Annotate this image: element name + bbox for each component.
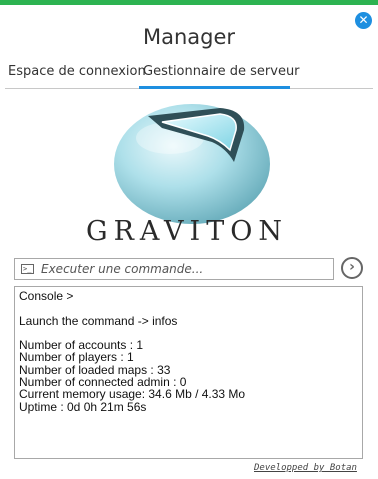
- console-output[interactable]: Console > Launch the command -> infos Nu…: [14, 286, 363, 459]
- chevron-right-circle-icon: ›: [349, 259, 355, 275]
- top-accent-bar: [0, 0, 378, 5]
- console-line: Number of players : 1: [19, 350, 134, 365]
- console-line: Uptime : 0d 0h 21m 56s: [19, 399, 147, 414]
- console-line: Console >: [19, 289, 74, 303]
- window-title: Manager: [142, 25, 236, 49]
- graviton-logo-text: GRAVITON: [86, 216, 288, 247]
- terminal-icon: >_: [21, 264, 34, 274]
- console-line: Current memory usage: 34.6 Mb / 4.33 Mo: [19, 387, 246, 402]
- active-tab-indicator: [139, 86, 290, 89]
- console-line: Launch the command -> infos: [19, 313, 178, 328]
- submit-command-button[interactable]: ›: [341, 257, 363, 279]
- command-field[interactable]: >_: [14, 258, 334, 280]
- tab-espace-de-connexion[interactable]: Espace de connexion: [8, 64, 146, 89]
- command-input[interactable]: [41, 260, 329, 278]
- developer-credit: Developped by Botan: [254, 463, 357, 473]
